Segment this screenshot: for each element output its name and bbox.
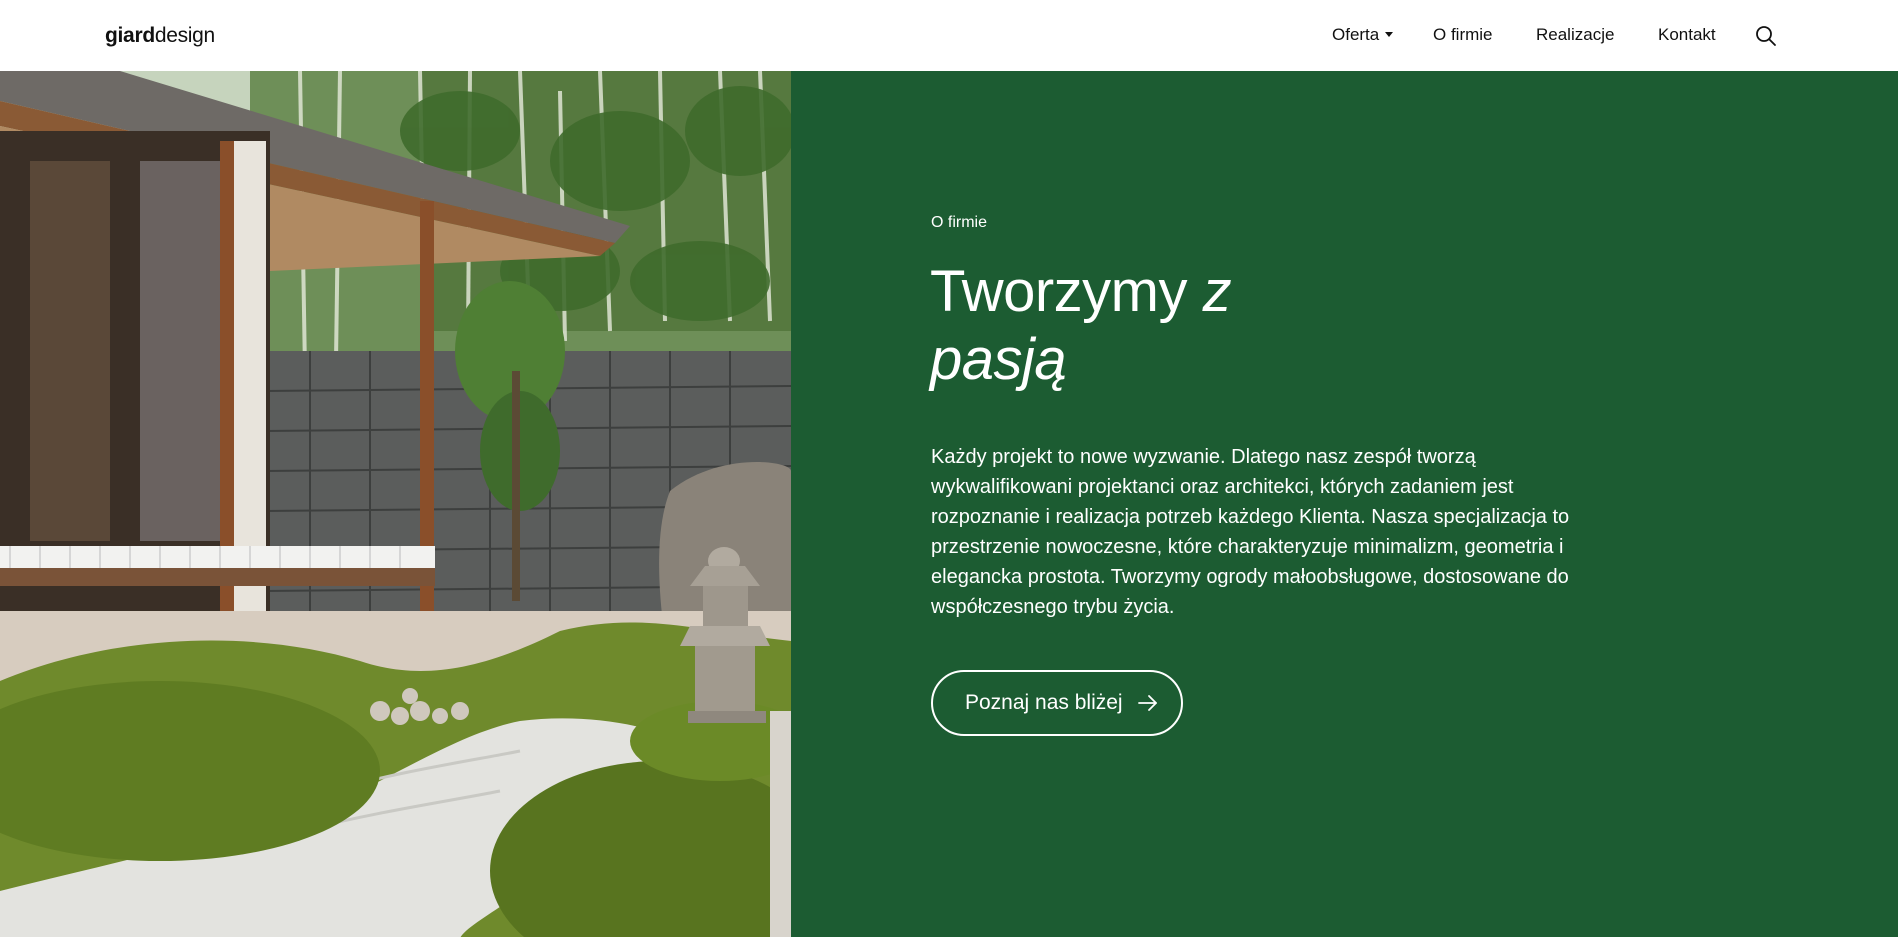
logo[interactable]: giarddesign <box>105 24 215 48</box>
search-icon[interactable] <box>1754 24 1778 48</box>
logo-light-text: design <box>154 24 215 47</box>
arrow-right-icon <box>1137 692 1159 714</box>
section-body-text: Każdy projekt to nowe wyzwanie. Dlatego … <box>931 446 1570 618</box>
site-header: giarddesign Oferta O firmie Realizacje K… <box>0 0 1898 71</box>
section-eyebrow: O firmie <box>931 214 987 231</box>
caret-down-icon[interactable] <box>1385 32 1393 37</box>
logo-bold-text: giard <box>105 24 155 47</box>
learn-more-button[interactable]: Poznaj nas bliżej <box>931 670 1183 736</box>
headline-italic-z: z <box>1202 259 1232 324</box>
nav-item-realizacje[interactable]: Realizacje <box>1536 24 1614 46</box>
nav-item-kontakt[interactable]: Kontakt <box>1658 24 1716 46</box>
hero-garden-photo <box>0 71 791 938</box>
nav-item-oferta[interactable]: Oferta <box>1332 24 1379 46</box>
headline-plain: Tworzymy <box>930 259 1203 324</box>
section-headline: Tworzymy z pasją <box>930 258 1232 394</box>
learn-more-label: Poznaj nas bliżej <box>965 691 1123 714</box>
nav-item-o-firmie[interactable]: O firmie <box>1433 24 1493 46</box>
headline-italic-pasja: pasją <box>930 327 1067 392</box>
